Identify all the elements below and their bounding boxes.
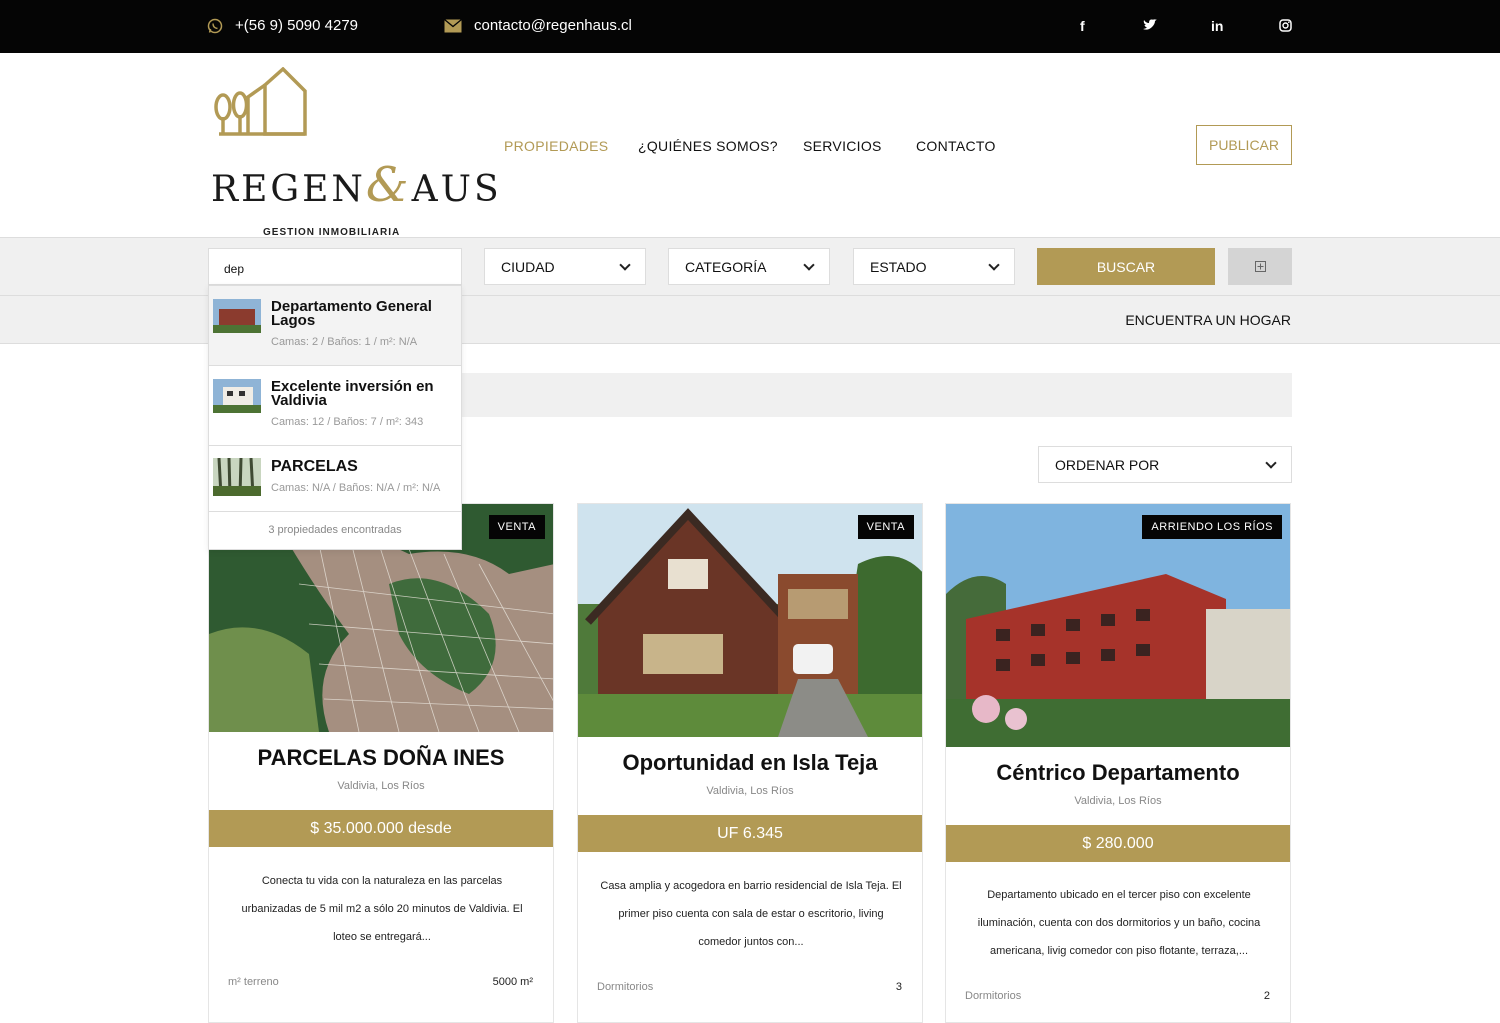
- property-location: Valdivia, Los Ríos: [337, 780, 425, 792]
- email-text: contacto@regenhaus.cl: [474, 17, 632, 34]
- result-title: PARCELAS: [271, 458, 358, 475]
- property-card[interactable]: VENTA PARCELAS DOÑA INES Valdivia, Los R…: [208, 503, 554, 1023]
- twitter-icon[interactable]: [1143, 19, 1157, 31]
- publish-button[interactable]: PUBLICAR: [1196, 125, 1292, 165]
- email-contact[interactable]: contacto@regenhaus.cl: [444, 17, 632, 34]
- plus-square-icon: [1254, 261, 1266, 272]
- instagram-icon[interactable]: [1279, 19, 1292, 32]
- result-thumbnail: [213, 379, 261, 413]
- listing-type-badge: ARRIENDO LOS RÍOS: [1142, 515, 1282, 539]
- property-feature: Dormitorios 2: [965, 990, 1270, 1002]
- logo-tagline: GESTION INMOBILIARIA: [263, 227, 401, 238]
- logo-word-right: AUS: [411, 169, 502, 210]
- property-card[interactable]: ARRIENDO LOS RÍOS Céntrico Departamento …: [945, 503, 1291, 1023]
- property-title[interactable]: Céntrico Departamento: [946, 760, 1290, 786]
- property-feature: Dormitorios 3: [597, 981, 902, 993]
- site-header: REGEN&AUS GESTION INMOBILIARIA PROPIEDAD…: [0, 53, 1500, 238]
- property-description: Casa amplia y acogedora en barrio reside…: [600, 880, 902, 948]
- search-result-item[interactable]: Departamento General Lagos Camas: 2 / Ba…: [209, 286, 461, 366]
- category-select[interactable]: CATEGORÍA: [668, 248, 830, 285]
- result-title: Departamento General Lagos: [271, 298, 432, 329]
- category-select-label: CATEGORÍA: [685, 258, 767, 275]
- nav-quienes-somos[interactable]: ¿QUIÉNES SOMOS?: [638, 138, 778, 154]
- city-select[interactable]: CIUDAD: [484, 248, 646, 285]
- result-meta: Camas: N/A / Baños: N/A / m²: N/A: [271, 482, 441, 494]
- property-location: Valdivia, Los Ríos: [1074, 795, 1162, 807]
- status-select-label: ESTADO: [870, 258, 927, 275]
- listing-type-badge: VENTA: [857, 515, 914, 539]
- result-thumbnail: [213, 299, 261, 333]
- chevron-down-icon: [1265, 456, 1277, 469]
- logo-wordmark: REGEN&AUS: [211, 157, 502, 213]
- property-title[interactable]: PARCELAS DOÑA INES: [209, 745, 553, 771]
- logo-ampersand: &: [365, 157, 412, 213]
- search-result-item[interactable]: PARCELAS Camas: N/A / Baños: N/A / m²: N…: [209, 446, 461, 512]
- status-select[interactable]: ESTADO: [853, 248, 1015, 285]
- feature-label: m² terreno: [228, 976, 279, 988]
- listing-type-badge: VENTA: [488, 515, 545, 539]
- property-price: UF 6.345: [578, 815, 922, 852]
- phone-contact[interactable]: +(56 9) 5090 4279: [207, 17, 358, 34]
- search-result-item[interactable]: Excelente inversión en Valdivia Camas: 1…: [209, 366, 461, 446]
- result-title: Excelente inversión en Valdivia: [271, 378, 434, 409]
- advanced-search-button[interactable]: [1228, 248, 1292, 285]
- envelope-icon: [444, 18, 462, 32]
- property-price: $ 280.000: [946, 825, 1290, 862]
- order-by-select[interactable]: ORDENAR POR: [1038, 446, 1292, 483]
- feature-label: Dormitorios: [597, 981, 654, 993]
- property-location: Valdivia, Los Ríos: [706, 785, 794, 797]
- whatsapp-icon: [207, 18, 223, 33]
- facebook-icon[interactable]: f: [1080, 18, 1085, 34]
- property-image[interactable]: VENTA: [578, 504, 922, 737]
- property-card[interactable]: VENTA Oportunidad en Isla Teja Valdivia,…: [577, 503, 923, 1023]
- logo-word-left: REGEN: [211, 169, 366, 210]
- house-trees-logo-icon: [214, 67, 307, 136]
- nav-servicios[interactable]: SERVICIOS: [803, 138, 882, 154]
- chevron-down-icon: [619, 258, 631, 271]
- feature-label: Dormitorios: [965, 990, 1022, 1002]
- property-image[interactable]: ARRIENDO LOS RÍOS: [946, 504, 1290, 747]
- nav-contacto[interactable]: CONTACTO: [916, 138, 996, 154]
- property-feature: m² terreno 5000 m²: [228, 976, 533, 988]
- result-thumbnail: [213, 458, 261, 496]
- result-meta: Camas: 2 / Baños: 1 / m²: N/A: [271, 336, 418, 348]
- chevron-down-icon: [988, 258, 1000, 271]
- nav-propiedades[interactable]: PROPIEDADES: [504, 138, 608, 154]
- regenhaus-logo[interactable]: REGEN&AUS GESTION INMOBILIARIA: [207, 67, 499, 238]
- result-meta: Camas: 12 / Baños: 7 / m²: 343: [271, 416, 424, 428]
- linkedin-icon[interactable]: in: [1211, 18, 1223, 34]
- search-results-dropdown: Departamento General Lagos Camas: 2 / Ba…: [208, 285, 462, 550]
- property-description: Departamento ubicado en el tercer piso c…: [977, 889, 1261, 957]
- feature-value: 3: [895, 981, 902, 993]
- search-input[interactable]: dep: [208, 248, 462, 285]
- feature-value: 2: [1263, 990, 1270, 1002]
- property-description: Conecta tu vida con la naturaleza en las…: [241, 875, 523, 943]
- page-heading: ENCUENTRA UN HOGAR: [1125, 312, 1291, 328]
- search-button[interactable]: BUSCAR: [1037, 248, 1215, 285]
- phone-text: +(56 9) 5090 4279: [235, 17, 359, 34]
- order-by-label: ORDENAR POR: [1055, 456, 1160, 473]
- property-price: $ 35.000.000 desde: [209, 810, 553, 847]
- apartment-building-photo-image: [946, 504, 1290, 747]
- results-count: 3 propiedades encontradas: [268, 524, 402, 536]
- chevron-down-icon: [803, 258, 815, 271]
- top-contact-bar: +(56 9) 5090 4279 contacto@regenhaus.cl …: [0, 0, 1500, 53]
- feature-value: 5000 m²: [492, 976, 533, 988]
- city-select-label: CIUDAD: [501, 258, 555, 275]
- property-title[interactable]: Oportunidad en Isla Teja: [578, 750, 922, 776]
